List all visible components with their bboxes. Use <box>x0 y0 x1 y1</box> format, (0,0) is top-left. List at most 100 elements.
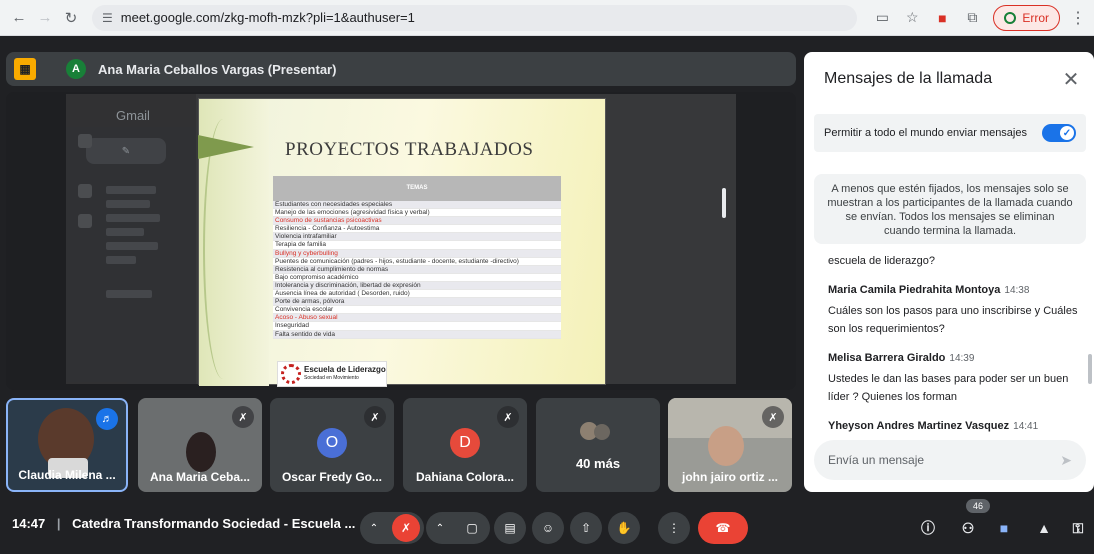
chat-input[interactable]: Envía un mensaje ➤ <box>814 440 1086 480</box>
people-icon[interactable]: ⚇ <box>954 514 982 542</box>
present-button[interactable]: ⇧ <box>570 512 602 544</box>
chat-panel-title: Mensajes de la llamada <box>824 70 993 87</box>
back-icon[interactable]: ← <box>8 7 30 29</box>
gmail-folder-line <box>106 228 144 236</box>
raise-hand-button[interactable]: ✋ <box>608 512 640 544</box>
star-icon[interactable]: ☆ <box>899 5 925 31</box>
gmail-chat-icon <box>78 184 92 198</box>
error-label: Error <box>1022 10 1049 25</box>
chat-message-time: 14:39 <box>949 353 975 364</box>
chat-notice: A menos que estén fijados, los mensajes … <box>814 174 1086 244</box>
chat-message: Maria Camila Piedrahita Montoya 14:38 Cuá… <box>828 284 1088 338</box>
more-participants-label: 40 más <box>575 456 621 471</box>
meeting-info: 14:47 | Catedra Transformando Sociedad -… <box>12 516 355 531</box>
chat-icon[interactable]: ■ <box>990 514 1018 542</box>
activities-icon[interactable]: ▲ <box>1030 514 1058 542</box>
captions-button[interactable]: ▤ <box>494 512 526 544</box>
participant-tile[interactable]: ✗ john jairo ortiz ... <box>668 398 792 492</box>
chat-message-text: Cuáles son los pasos para uno inscribirs… <box>828 305 1078 335</box>
more-participants-tile[interactable]: 40 más <box>536 398 660 492</box>
participant-tile[interactable]: ♬ Claudia Milena ... <box>6 398 128 492</box>
end-call-button[interactable]: ☎ <box>698 512 748 544</box>
emoji-icon: ☺ <box>541 521 555 535</box>
slide-table-row: Convivencia escolar <box>273 306 561 315</box>
permission-row: Permitir a todo el mundo enviar mensajes… <box>814 114 1086 152</box>
presenter-bar: ▦ A Ana Maria Ceballos Vargas (Presentar… <box>6 52 796 86</box>
chat-scrollbar[interactable] <box>1088 354 1092 384</box>
browser-actions: ▭ ☆ ■ ⧉ Error ⋮ <box>865 4 1086 31</box>
gmail-logo: Gmail <box>116 108 150 123</box>
slide-table-row: Acoso - Abuso sexual <box>273 314 561 323</box>
permission-toggle[interactable]: ✓ <box>1042 124 1076 142</box>
chat-message-header: Melisa Barrera Giraldo 14:39 <box>828 352 1088 364</box>
slide-table-header: TEMAS <box>273 176 561 201</box>
browser-toolbar: ← → ↻ ☰ meet.google.com/zkg-mofh-mzk?pli… <box>0 0 1094 36</box>
present-icon: ⇧ <box>580 521 592 535</box>
slide-table-row: Puentes de comunicación (padres - hijos,… <box>273 258 561 266</box>
chat-message-list: escuela de liderazgo? Maria Camila Piedr… <box>828 252 1088 446</box>
pdf-icon[interactable]: ■ <box>929 5 955 31</box>
gmail-folder-line <box>106 290 152 298</box>
more-options-button[interactable]: ⋮ <box>658 512 690 544</box>
participant-name: Ana Maria Ceba... <box>149 470 251 484</box>
participant-tile[interactable]: D ✗ Dahiana Colora... <box>403 398 527 492</box>
chat-message: escuela de liderazgo? <box>828 252 1088 270</box>
chat-message-author: Yheyson Andres Martinez Vasquez <box>828 420 1010 432</box>
permission-label: Permitir a todo el mundo enviar mensajes <box>824 127 1027 139</box>
site-info-icon[interactable]: ☰ <box>102 11 113 25</box>
address-bar[interactable]: ☰ meet.google.com/zkg-mofh-mzk?pli=1&aut… <box>92 4 858 31</box>
participant-thumb <box>594 424 610 440</box>
chevron-up-icon[interactable]: ⌃ <box>430 523 450 534</box>
chat-message: Yheyson Andres Martinez Vasquez 14:41 <box>828 420 1088 432</box>
participant-tile[interactable]: O ✗ Oscar Fredy Go... <box>270 398 394 492</box>
slide-table-row: Resistencia al cumplimiento de normas <box>273 265 561 274</box>
chat-message-author: Melisa Barrera Giraldo <box>828 352 946 364</box>
camera-control[interactable]: ⌃ ▢ <box>426 512 490 544</box>
camera-icon[interactable]: ▢ <box>458 514 486 542</box>
chat-message-author: Maria Camila Piedrahita Montoya <box>828 284 1001 296</box>
slide-table-row: Terapia de familia <box>273 241 561 250</box>
gmail-folder-line <box>106 214 160 222</box>
chat-message-time: 14:38 <box>1004 285 1030 296</box>
gmail-folder-line <box>106 242 158 250</box>
chat-message-text: escuela de liderazgo? <box>828 255 936 267</box>
forward-icon[interactable]: → <box>34 7 56 29</box>
shared-screen: Gmail ✎ PROYECTOS TRABAJADOS TEMAS Estud… <box>6 92 796 390</box>
slide-logo: Escuela de Liderazgo Sociedad en Movimie… <box>277 361 387 387</box>
slide-table-row: Bajo compromiso académico <box>273 274 561 282</box>
screen-share-icon[interactable]: ▦ <box>14 58 36 80</box>
profile-error-button[interactable]: Error <box>993 4 1060 31</box>
captions-icon: ▤ <box>504 521 516 535</box>
slide-table: TEMAS Estudiantes con necesidades especi… <box>273 176 561 339</box>
hand-icon: ✋ <box>616 521 632 535</box>
reload-icon[interactable]: ↻ <box>60 7 82 29</box>
chat-message-time: 14:41 <box>1013 421 1039 432</box>
slide-table-row: Estudiantes con necesidades especiales <box>273 201 561 210</box>
emoji-button[interactable]: ☺ <box>532 512 564 544</box>
meeting-title: Catedra Transformando Sociedad - Escuela… <box>72 516 356 531</box>
slide-arrow-shape <box>198 135 254 159</box>
host-controls-icon[interactable]: ⚿ <box>1064 514 1092 542</box>
separator: | <box>56 516 61 531</box>
logo-text-block: Escuela de Liderazgo Sociedad en Movimie… <box>304 366 386 382</box>
cast-icon[interactable]: ▭ <box>869 5 895 31</box>
meet-window: ← → ↻ ☰ meet.google.com/zkg-mofh-mzk?pli… <box>0 0 1094 554</box>
logo-text: Escuela de Liderazgo <box>304 365 386 374</box>
menu-icon[interactable]: ⋮ <box>1070 8 1086 28</box>
send-icon[interactable]: ➤ <box>1060 452 1072 469</box>
participant-avatar: O <box>317 428 347 458</box>
extensions-icon[interactable]: ⧉ <box>959 5 985 31</box>
chat-message-header: Yheyson Andres Martinez Vasquez 14:41 <box>828 420 1088 432</box>
slide-table-row: Intolerancia y discriminación, libertad … <box>273 281 561 291</box>
info-icon[interactable]: ⓘ <box>914 514 942 542</box>
mic-off-icon[interactable]: ✗ <box>392 514 420 542</box>
slide-table-row: Porte de armas, pólvora <box>273 298 561 307</box>
chevron-up-icon[interactable]: ⌃ <box>364 523 384 534</box>
close-icon[interactable]: ✕ <box>1058 66 1084 92</box>
check-icon: ✓ <box>1060 126 1074 140</box>
microphone-control[interactable]: ⌃ ✗ <box>360 512 424 544</box>
participant-tile[interactable]: ✗ Ana Maria Ceba... <box>138 398 262 492</box>
more-vert-icon: ⋮ <box>668 521 680 535</box>
url-text: meet.google.com/zkg-mofh-mzk?pli=1&authu… <box>120 10 415 25</box>
chat-input-placeholder: Envía un mensaje <box>828 453 925 467</box>
